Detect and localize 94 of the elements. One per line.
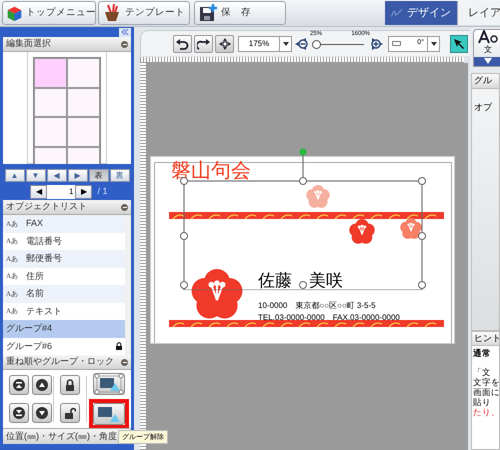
object-list-item[interactable]: グループ#4: [3, 320, 125, 338]
hint-text: 通常: [473, 348, 492, 358]
mode-tab[interactable]: レイア: [457, 1, 500, 25]
toolbar-button[interactable]: 保 存: [194, 1, 286, 25]
nav-button[interactable]: ▲: [4, 169, 24, 182]
plum-blossom: [306, 185, 330, 208]
object-name: テキスト: [26, 304, 63, 318]
backward-icon: [36, 407, 48, 419]
object-name: グループ#4: [6, 322, 54, 335]
object-name: グループ#6: [6, 340, 54, 352]
collapse-icon[interactable]: [121, 204, 128, 210]
lock-icon: [65, 379, 76, 391]
object-name: 住所: [26, 270, 45, 282]
undo-button[interactable]: [173, 34, 192, 52]
basket-icon: [102, 3, 122, 23]
bring-to-front-icon: [13, 379, 25, 391]
fit-button[interactable]: [215, 34, 234, 52]
undo-icon: [176, 38, 189, 50]
caret-icon: [430, 42, 436, 46]
panel-header: ヒント: [474, 332, 499, 345]
text-style-icon: [478, 30, 498, 44]
caret-icon: [484, 57, 492, 64]
arrange-button[interactable]: [93, 403, 125, 425]
arrange-button[interactable]: [60, 403, 80, 423]
hint-text: たり、: [473, 407, 499, 417]
panel-header: オブジェクトリスト: [6, 200, 87, 214]
page-cell[interactable]: [34, 58, 67, 88]
fit-icon: [218, 38, 230, 50]
nav-button[interactable]: 表: [88, 169, 108, 182]
collapse-icon[interactable]: [121, 40, 128, 48]
business-card[interactable]: 磐山句会 佐藤 美咲 10-0000 東京都○○区○○町 3-5-5 TEL.03-0000-0000 FAX.03-0000-0000: [150, 156, 455, 344]
mode-tab[interactable]: デザイン: [385, 1, 457, 25]
card-address: 10-0000 東京都○○区○○町 3-5-5: [258, 302, 376, 310]
unlock-icon: [64, 407, 76, 419]
toolbar-button[interactable]: テンプレート: [98, 1, 190, 25]
page-number-field[interactable]: 1: [47, 185, 76, 199]
card-contact: TEL.03-0000-0000 FAX.03-0000-0000: [258, 314, 400, 322]
arrange-button[interactable]: [32, 403, 52, 423]
page-cell[interactable]: [67, 58, 100, 88]
zoom-in-icon[interactable]: [370, 36, 384, 50]
hint-text: 貼り: [473, 397, 492, 407]
hint-text: 画面に: [473, 387, 499, 397]
zoom-slider-track[interactable]: [314, 40, 364, 48]
page-cell[interactable]: [67, 88, 100, 117]
nav-button[interactable]: ▶: [68, 169, 88, 182]
page-thumbnail[interactable]: [27, 52, 107, 164]
toolbar-button[interactable]: トップメニュー: [2, 1, 96, 25]
panel-header: 位置(㎜)・サイズ(㎜)・角度: [6, 430, 117, 443]
arrange-button[interactable]: [93, 373, 125, 395]
card-name: 佐藤 美咲: [258, 272, 343, 289]
nav-button[interactable]: ◀: [46, 169, 66, 182]
hint-text: 「文: [473, 367, 492, 377]
ungroup-shapes-icon: [96, 405, 122, 423]
page-total: / 1: [97, 185, 108, 198]
object-name: 郵便番号: [26, 252, 63, 265]
page-cell[interactable]: [34, 88, 67, 117]
object-name: FAX: [26, 217, 44, 230]
plum-blossom: [349, 219, 375, 244]
hint-text: 文字を: [473, 377, 499, 387]
arrange-button[interactable]: [9, 375, 29, 395]
page-cell[interactable]: [67, 117, 100, 146]
group-shapes-icon: [94, 373, 124, 395]
object-name: 名前: [26, 287, 45, 300]
text-tool-button[interactable]: 文: [473, 29, 500, 67]
page-cell[interactable]: [34, 117, 67, 146]
zoom-dropdown[interactable]: 175%: [238, 36, 292, 52]
nav-button[interactable]: 裏: [110, 169, 130, 182]
collapse-icon[interactable]: [121, 358, 128, 366]
panel-header: グル: [474, 74, 492, 88]
select-tool-button[interactable]: [450, 34, 468, 52]
nav-button[interactable]: ▼: [26, 169, 46, 182]
arrange-button[interactable]: [32, 375, 52, 395]
panel-text: オブ: [474, 102, 492, 112]
panel-header: 編集面選択: [6, 37, 51, 50]
redo-button[interactable]: [194, 34, 213, 52]
panel-header: 重ね順やグループ・ロック: [6, 355, 114, 368]
card-title: 磐山句会: [171, 161, 251, 181]
plum-blossom: [192, 269, 242, 318]
caret-icon: [282, 42, 288, 46]
cube-icon: [6, 4, 23, 22]
zoom-slider-thumb[interactable]: [312, 40, 320, 48]
send-to-back-icon: [13, 407, 25, 419]
arrange-button[interactable]: [60, 375, 80, 395]
next-page-button[interactable]: ▶: [75, 185, 92, 199]
save-icon: [198, 3, 218, 23]
plum-blossom: [400, 218, 422, 239]
prev-page-button[interactable]: ◀: [30, 185, 48, 199]
collapse-icon[interactable]: [119, 28, 131, 36]
arrange-button[interactable]: [9, 403, 29, 423]
zoom-out-icon[interactable]: [294, 36, 308, 50]
object-name: 電話番号: [26, 234, 63, 248]
redo-icon: [197, 38, 210, 50]
forward-icon: [36, 379, 48, 391]
cursor-icon: [453, 38, 465, 50]
